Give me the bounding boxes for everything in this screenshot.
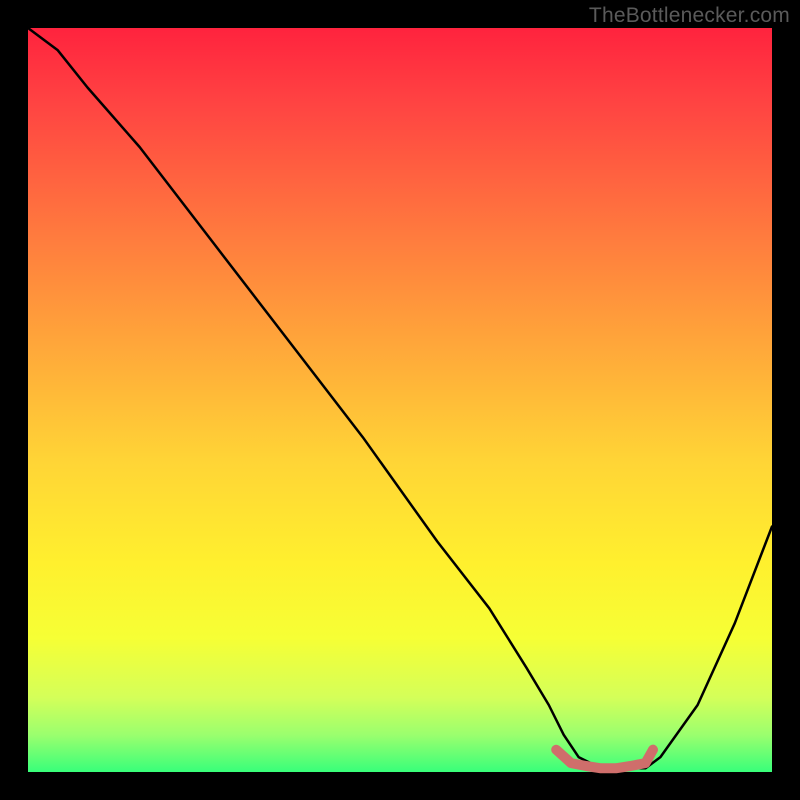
minimum-marker (556, 750, 653, 769)
chart-svg (28, 28, 772, 772)
bottleneck-curve (28, 28, 772, 768)
chart-frame: TheBottlenecker.com (0, 0, 800, 800)
plot-area (28, 28, 772, 772)
source-attribution: TheBottlenecker.com (589, 4, 790, 28)
